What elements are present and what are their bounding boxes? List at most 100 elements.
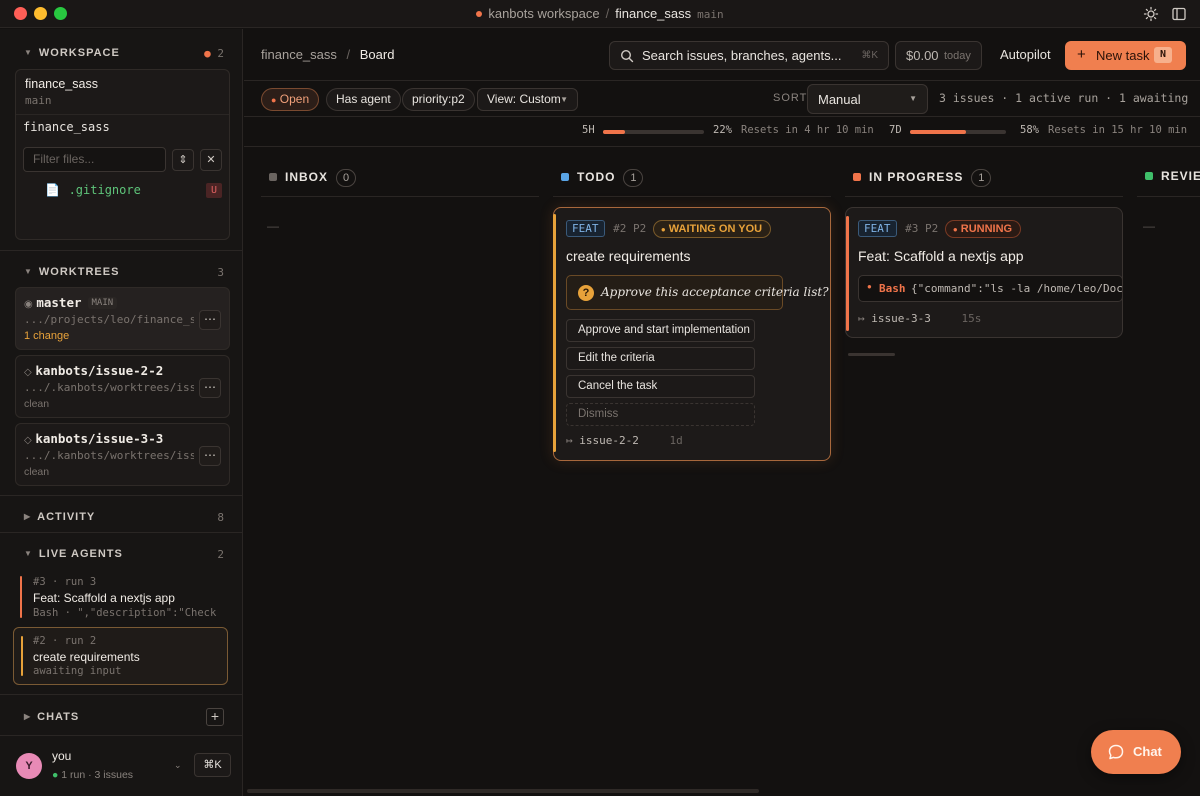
sort-select[interactable]: Manual ▼ [807,84,928,114]
view-select[interactable]: View: Custom ▼ [477,88,578,111]
live-agent-item[interactable]: #3 · run 3 Feat: Scaffold a nextjs app B… [13,570,228,622]
filter-priority-chip[interactable]: priority:p2 [402,88,475,111]
worktree-title: ◉ master MAIN [24,295,118,310]
usage-5h-progress [603,130,704,134]
autopilot-button[interactable]: Autopilot [1000,47,1051,62]
branch-icon: ↦ [858,312,865,325]
sidebar: ▼ WORKSPACE ● 2 finance_sass main finance… [0,29,243,796]
section-header-worktrees[interactable]: ▼ WORKTREES [24,266,119,278]
filter-open-chip[interactable]: ● Open [261,88,320,111]
search-input[interactable]: Search issues, branches, agents... ⌘K [609,41,889,70]
command-palette-button[interactable]: ⌘K [194,753,231,777]
cost-label: today [944,50,971,62]
section-header-activity[interactable]: ▶ ACTIVITY [24,511,95,523]
section-title: CHATS [37,711,80,723]
plus-icon: + [1077,46,1086,63]
sort-label: SORT [773,92,808,104]
dot-icon: ● [271,95,277,105]
cost-today[interactable]: $0.00 today [895,41,982,70]
main-badge: MAIN [87,296,118,309]
question-icon: ? [578,285,594,301]
more-options-button[interactable]: ⋯ [199,446,221,466]
live-agent-item-selected[interactable]: #2 · run 2 create requirements awaiting … [13,627,228,685]
section-header-live-agents[interactable]: ▼ LIVE AGENTS [24,548,123,560]
status-label: RUNNING [960,223,1013,235]
workspace-name: kanbots workspace [488,6,600,21]
dot-icon: ● [952,225,958,234]
add-chat-button[interactable]: + [206,708,224,726]
file-row[interactable]: 📄 .gitignore [45,182,141,197]
agent-meta: #2 · run 2 [33,635,97,647]
cost-value: $0.00 [906,48,939,63]
card-age: 1d [669,434,683,447]
section-title: WORKSPACE [38,47,120,59]
project-name[interactable]: finance_sass [25,77,98,91]
search-shortcut: ⌘K [861,50,878,61]
worktree-item-issue-2-2[interactable]: ◇ kanbots/issue-2-2 .../.kanbots/worktre… [15,355,230,418]
usage-5h-label: 5H [582,124,595,136]
worktree-name: kanbots/issue-2-2 [35,363,164,378]
agent-detail: awaiting input [33,665,122,677]
approve-button[interactable]: Approve and start implementation [566,319,755,342]
sidebar-toggle-icon[interactable] [1171,6,1187,22]
filter-files-input[interactable]: Filter files... [23,147,166,172]
chevron-down-icon[interactable]: ⌄ [174,760,182,771]
online-dot-icon: ● [52,769,59,781]
more-options-button[interactable]: ⋯ [199,310,221,330]
file-icon: 📄 [45,183,60,197]
cancel-task-button[interactable]: Cancel the task [566,375,755,398]
user-status: ● 1 run · 3 issues [52,769,133,781]
worktrees-count: 3 [217,266,224,279]
column-color-icon [269,172,277,181]
avatar[interactable]: Y [16,753,42,779]
diamond-icon: ◇ [24,435,32,446]
feature-tag: FEAT [566,220,605,237]
new-task-button[interactable]: + New task N [1065,41,1186,70]
close-icon[interactable]: ✕ [200,149,222,171]
card-meta-row: FEAT #3 P2 ● RUNNING [858,220,1022,238]
issue-id: #3 [905,222,919,235]
card-meta-row: FEAT #2 P2 ● WAITING ON YOU [566,220,772,238]
dot-icon: ● [867,282,872,291]
worktree-item-master[interactable]: ◉ master MAIN .../projects/leo/finance_sa… [15,287,230,350]
worktree-title: ◇ kanbots/issue-2-2 [24,363,163,378]
usage-7d-percent: 58% [1020,124,1039,136]
card-scrollbar[interactable] [848,353,895,356]
section-header-workspace[interactable]: ▼ WORKSPACE [24,47,120,59]
feature-tag: FEAT [858,220,897,237]
expand-collapse-icon[interactable]: ⇕ [172,149,194,171]
user-status-text: 1 run · 3 issues [61,769,134,781]
sun-icon[interactable] [1143,6,1159,22]
breadcrumb-project[interactable]: finance_sass [261,47,337,62]
more-options-button[interactable]: ⋯ [199,378,221,398]
filter-has-agent-chip[interactable]: Has agent [326,88,401,111]
chevron-right-icon: ▶ [24,712,32,721]
view-label: View: Custom [487,92,561,106]
column-header-inbox: INBOX 0 [269,169,357,187]
usage-7d-label: 7D [889,124,902,136]
new-task-shortcut: N [1154,47,1172,63]
tool-name: Bash [879,282,906,295]
task-card-in-progress[interactable]: FEAT #3 P2 ● RUNNING Feat: Scaffold a ne… [845,207,1123,338]
column-count: 0 [336,169,357,187]
filter-bar: ● Open Has agent priority:p2 View: Custo… [244,81,1200,117]
file-name: .gitignore [68,183,141,197]
breadcrumb: finance_sass / Board [261,47,394,62]
task-card-todo[interactable]: FEAT #2 P2 ● WAITING ON YOU create requi… [553,207,831,461]
card-title: create requirements [566,248,691,264]
worktree-name: master [36,295,82,310]
chat-button[interactable]: Chat [1091,730,1181,774]
project-name: finance_sass [615,6,692,21]
user-name: you [52,749,72,763]
edit-criteria-button[interactable]: Edit the criteria [566,347,755,370]
section-header-chats[interactable]: ▶ CHATS [24,711,79,723]
chevron-down-icon: ▼ [24,48,33,57]
card-title: Feat: Scaffold a nextjs app [858,248,1024,264]
horizontal-scrollbar[interactable] [247,789,759,793]
empty-column-placeholder: — [1143,219,1155,233]
dismiss-button[interactable]: Dismiss [566,403,755,426]
diamond-icon: ◇ [24,367,32,378]
tool-call: ● Bash {"command":"ls -la /home/leo/Docu… [858,275,1123,302]
worktree-item-issue-3-3[interactable]: ◇ kanbots/issue-3-3 .../.kanbots/worktre… [15,423,230,486]
status-label: WAITING ON YOU [668,223,763,235]
